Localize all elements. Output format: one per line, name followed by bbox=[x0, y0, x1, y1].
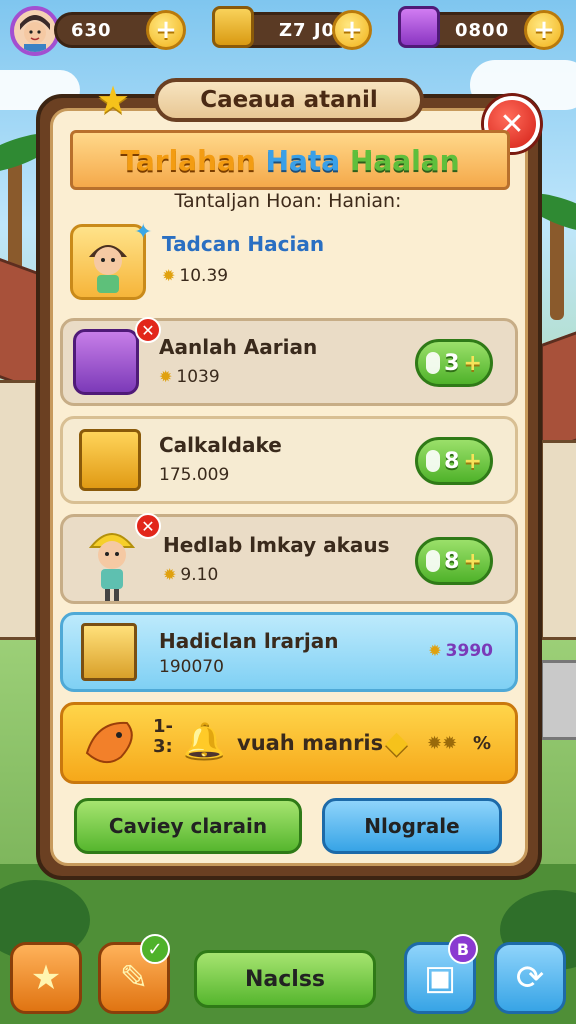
box-icon: ▣ bbox=[423, 958, 457, 998]
magic-book-icon bbox=[73, 329, 139, 395]
coin-icon: ✹ bbox=[159, 367, 173, 386]
coins-value: 630 bbox=[71, 20, 112, 41]
claim-count: 8 bbox=[444, 448, 460, 474]
plus-icon: + bbox=[463, 350, 482, 376]
pill-icon bbox=[426, 352, 441, 374]
notification-badge: B bbox=[448, 934, 478, 964]
flame-bird-icon bbox=[77, 713, 147, 775]
quest-name: Calkaldake bbox=[159, 433, 282, 457]
quest-row: ✕ Hedlab lmkay akaus ✹ 9.10 8 + bbox=[60, 513, 518, 604]
player-avatar[interactable] bbox=[10, 6, 60, 56]
add-gold-button[interactable]: + bbox=[332, 10, 372, 50]
panel-subtitle: Tantaljan Hoan: Hanian: bbox=[174, 190, 402, 212]
magic-book-icon bbox=[398, 6, 440, 48]
alert-badge-icon: ✕ bbox=[135, 317, 161, 343]
quest-row-highlighted[interactable]: Hadiclan lrarjan 190070 ✹ 3990 bbox=[60, 612, 518, 692]
pill-icon bbox=[426, 550, 441, 572]
promo-right-text: % bbox=[473, 733, 492, 754]
golden-bell-icon: 🔔 bbox=[183, 721, 226, 761]
quest-value-text: 1039 bbox=[176, 367, 220, 387]
promo-text: vuah manris bbox=[237, 731, 384, 755]
gold-chest-icon bbox=[79, 429, 141, 491]
promo-left-text: 1- 3: bbox=[153, 716, 173, 757]
nav-refresh-button[interactable]: ⟳ bbox=[494, 942, 566, 1014]
star-icon: ★ bbox=[96, 78, 131, 122]
claim-reward-button[interactable]: 3 + bbox=[415, 339, 493, 387]
house-left bbox=[0, 380, 38, 640]
check-badge-icon: ✓ bbox=[140, 934, 170, 964]
refresh-icon: ⟳ bbox=[515, 958, 545, 998]
claim-reward-button[interactable]: 8 + bbox=[415, 437, 493, 485]
quest-name: Hedlab lmkay akaus bbox=[163, 533, 390, 557]
stone-block bbox=[540, 660, 576, 740]
claim-count: 8 bbox=[444, 548, 460, 574]
star-icon: ★ bbox=[30, 958, 62, 998]
quest-banner: Tarlahan Hata Haalan bbox=[70, 130, 510, 190]
nav-star-button[interactable]: ★ bbox=[10, 942, 82, 1014]
quest-row: ✕ Aanlah Aarian ✹ 1039 3 + bbox=[60, 317, 518, 406]
panel-title: Caeaua atanil bbox=[154, 78, 424, 122]
banner-word-2: Hata bbox=[265, 144, 341, 177]
claim-reward-button[interactable]: 8 + bbox=[415, 537, 493, 585]
quest-name: Hadiclan lrarjan bbox=[159, 629, 339, 653]
house-roof bbox=[540, 315, 576, 455]
promo-row[interactable]: 1- 3: 🔔 vuah manris ◆ ✹✹ % bbox=[60, 702, 518, 784]
palm-tree bbox=[550, 210, 564, 320]
reward-amount: ✹ 3990 bbox=[428, 641, 493, 661]
banner-word-1: Tarlahan bbox=[120, 144, 256, 177]
claim-count: 3 bbox=[444, 350, 460, 376]
quest-name: Aanlah Aarian bbox=[159, 335, 318, 359]
quest-value: ✹ 1039 bbox=[159, 367, 220, 387]
quest-value: ✹ 10.39 bbox=[162, 266, 228, 286]
pill-icon bbox=[426, 450, 441, 472]
add-gems-button[interactable]: + bbox=[524, 10, 564, 50]
gold-box-icon bbox=[212, 6, 254, 48]
primary-action-button[interactable]: Caviey clarain bbox=[74, 798, 302, 854]
coin-icons: ✹✹ bbox=[427, 733, 458, 754]
alert-badge-icon: ✕ bbox=[135, 513, 161, 539]
feather-icon: ✎ bbox=[119, 958, 149, 998]
quest-value: 190070 bbox=[159, 657, 224, 677]
banner-word-3: Haalan bbox=[349, 144, 460, 177]
avatar-face-icon bbox=[20, 15, 50, 52]
gems-value: 0800 bbox=[455, 20, 510, 41]
bottom-center-button[interactable]: Naclss bbox=[194, 950, 376, 1008]
secondary-action-button[interactable]: Nlograle bbox=[322, 798, 502, 854]
coin-icon: ✹ bbox=[163, 565, 177, 584]
quest-value: 175.009 bbox=[159, 465, 230, 485]
quest-value: ✹ 9.10 bbox=[163, 565, 218, 585]
quest-name: Tadcan Hacian bbox=[162, 232, 325, 256]
quest-value-text: 9.10 bbox=[180, 565, 219, 585]
add-coins-button[interactable]: + bbox=[146, 10, 186, 50]
house-right bbox=[540, 440, 576, 640]
coin-icon: ✹ bbox=[428, 641, 442, 660]
quest-row: ✦ Tadcan Hacian ✹ 10.39 bbox=[60, 218, 518, 306]
coin-icon: ✹ bbox=[162, 266, 176, 285]
treasure-stack-icon bbox=[81, 623, 137, 681]
gold-value: Z7 J0 bbox=[279, 20, 336, 41]
quest-value-text: 10.39 bbox=[179, 266, 229, 286]
gem-icon: ◆ bbox=[385, 725, 409, 760]
quest-row: Calkaldake 175.009 8 + bbox=[60, 416, 518, 504]
reward-amount-text: 3990 bbox=[445, 641, 493, 661]
plus-icon: + bbox=[463, 548, 482, 574]
sparkle-icon: ✦ bbox=[134, 220, 153, 245]
plus-icon: + bbox=[463, 448, 482, 474]
